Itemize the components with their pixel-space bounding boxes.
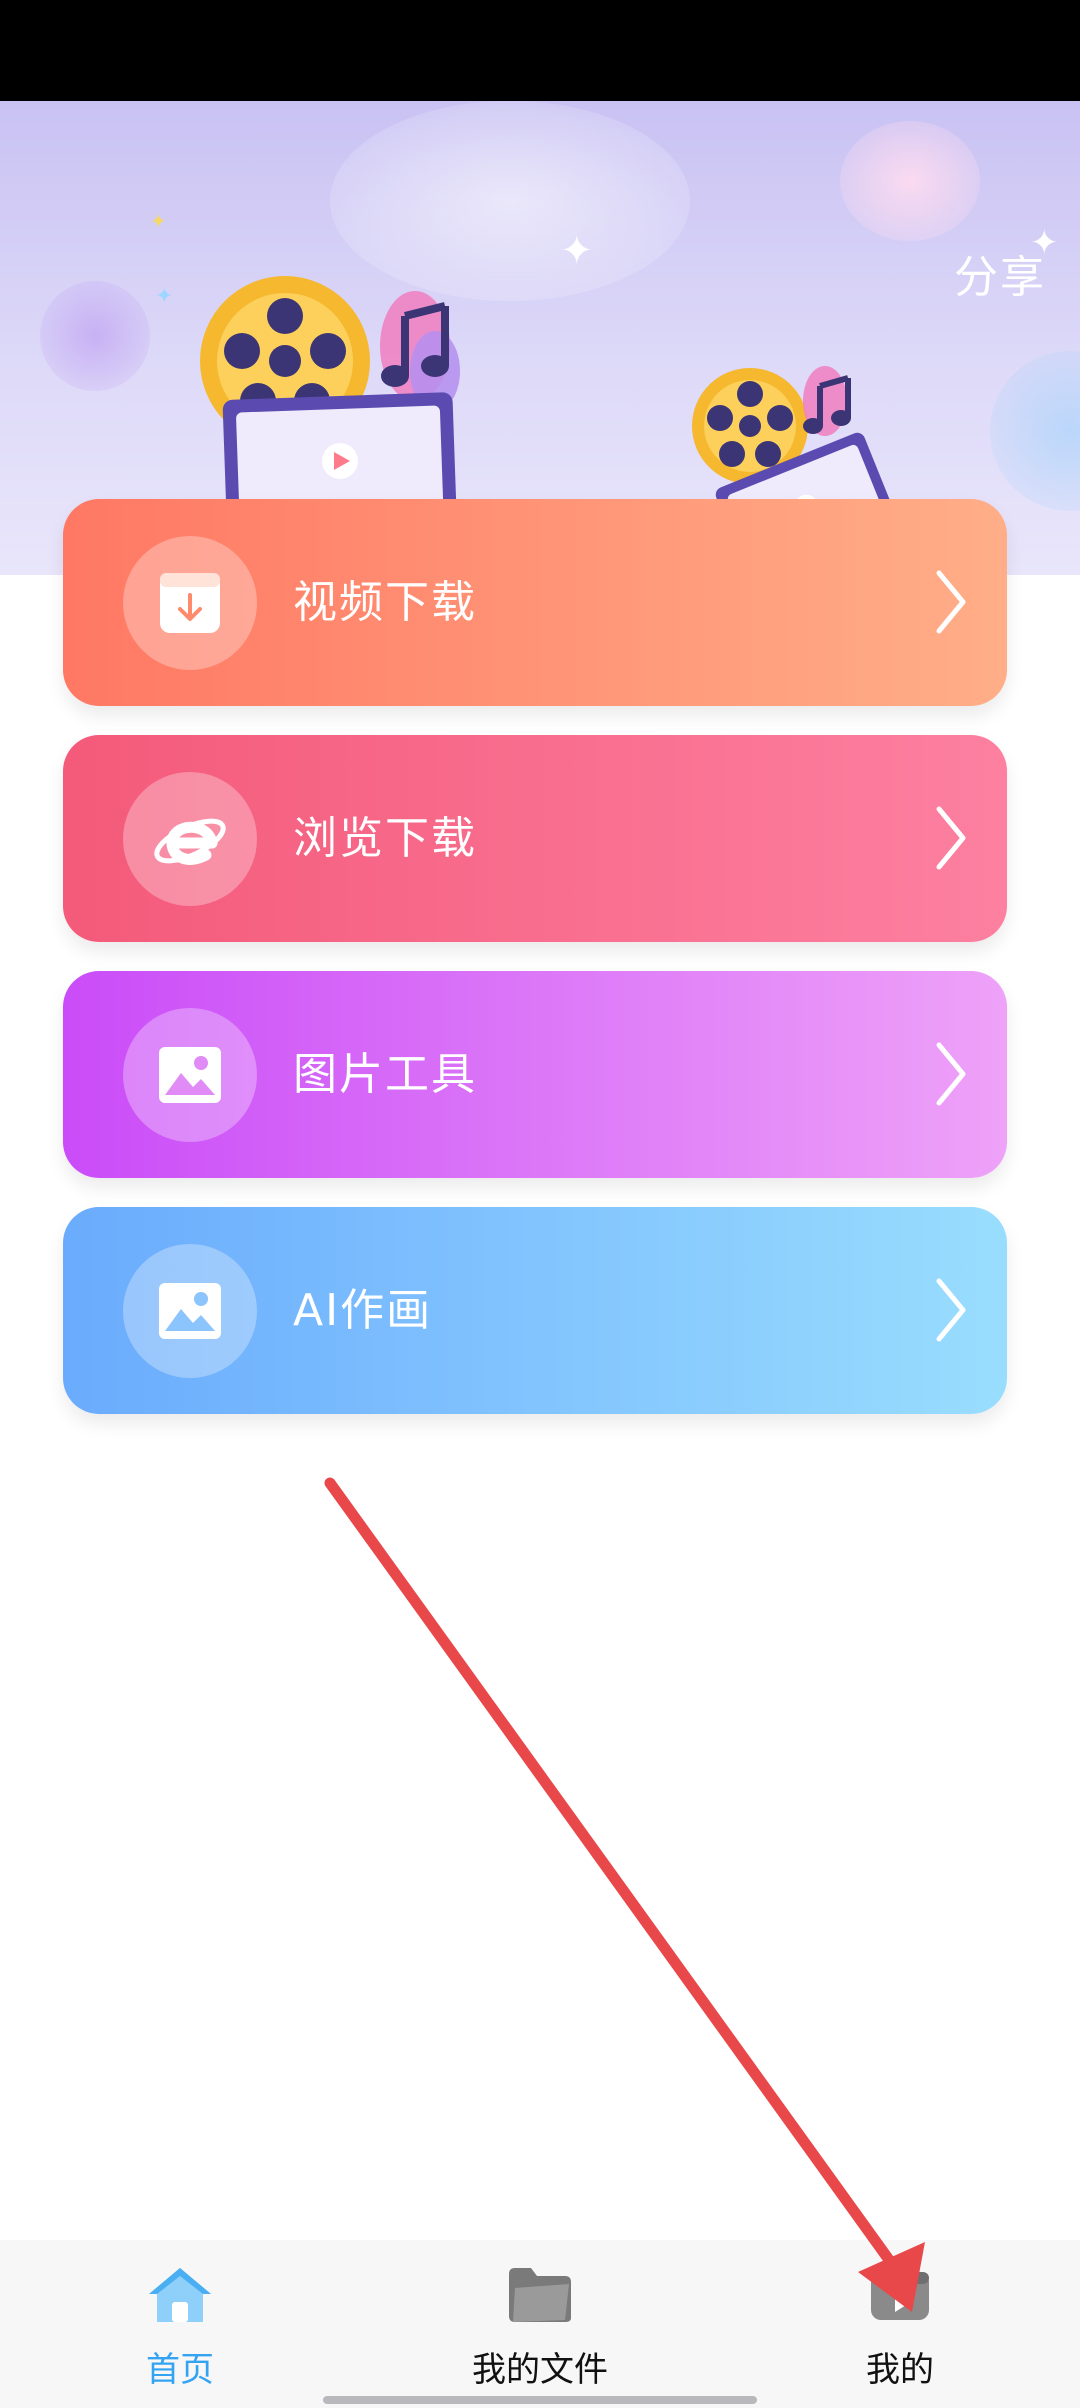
card-label: 浏览下载 <box>293 813 477 864</box>
tab-my-files[interactable]: 我的文件 <box>410 2240 670 2408</box>
image-tools-card[interactable]: 图片工具 <box>63 971 1007 1178</box>
chevron-right-icon <box>936 1042 966 1106</box>
video-download-card[interactable]: 视频下载 <box>63 499 1007 706</box>
bottom-tab-bar: 首页 我的文件 我的 <box>0 2240 1080 2408</box>
status-bar <box>0 0 1080 101</box>
banner-blob <box>990 351 1080 511</box>
tab-mine[interactable]: 我的 <box>770 2240 1030 2408</box>
home-indicator <box>323 2396 757 2404</box>
home-icon <box>149 2268 211 2322</box>
chevron-right-icon <box>936 806 966 870</box>
download-box-icon <box>123 536 257 670</box>
tab-label: 我的 <box>866 2350 934 2390</box>
browse-download-card[interactable]: 浏览下载 <box>63 735 1007 942</box>
banner-glow <box>840 121 980 241</box>
image-icon <box>123 1244 257 1378</box>
card-label: 图片工具 <box>293 1049 477 1100</box>
video-icon <box>871 2272 929 2320</box>
tab-home[interactable]: 首页 <box>50 2240 310 2408</box>
chevron-right-icon <box>936 570 966 634</box>
banner-glow <box>330 101 690 301</box>
ai-painting-card[interactable]: AI作画 <box>63 1207 1007 1414</box>
browser-e-icon <box>123 772 257 906</box>
share-button[interactable]: 分享 <box>954 241 1046 305</box>
sparkle-icon: ✦ <box>150 209 167 233</box>
folder-icon <box>509 2268 571 2322</box>
image-icon <box>123 1008 257 1142</box>
card-label: AI作画 <box>293 1285 433 1336</box>
chevron-right-icon <box>936 1278 966 1342</box>
sparkle-icon: ✦ <box>155 284 174 309</box>
tab-label: 我的文件 <box>472 2350 608 2390</box>
sparkle-icon: ✦ <box>560 228 594 274</box>
banner-blob <box>40 281 150 391</box>
card-label: 视频下载 <box>293 577 477 628</box>
tab-label: 首页 <box>146 2350 214 2390</box>
